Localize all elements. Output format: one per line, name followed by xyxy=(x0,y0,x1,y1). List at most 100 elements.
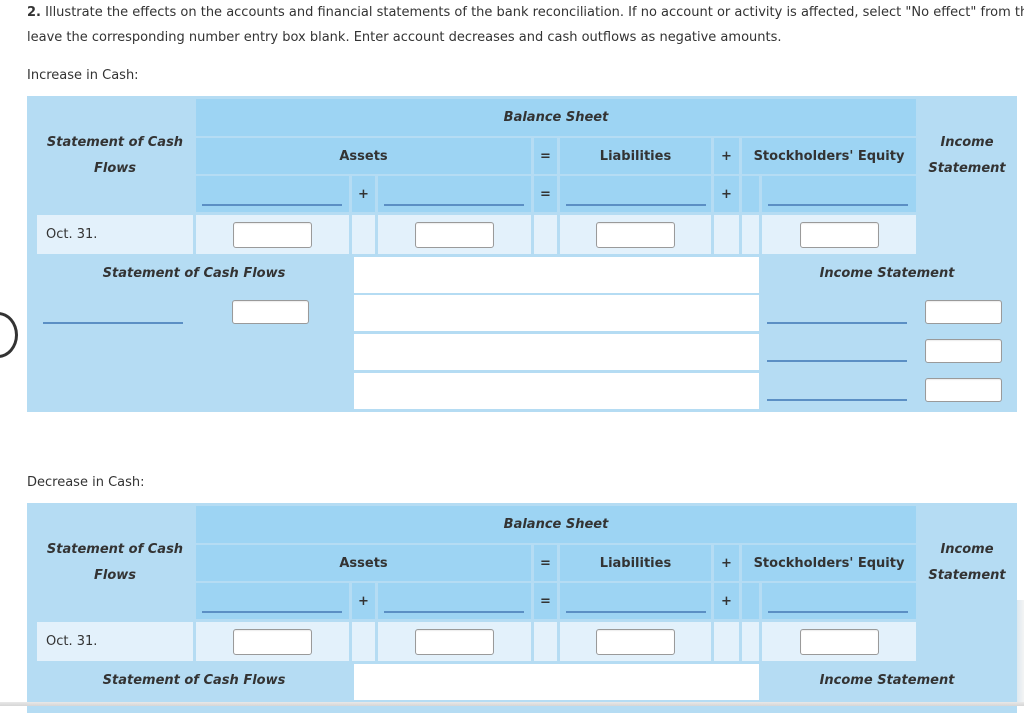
is-amount-input-2[interactable] xyxy=(925,339,1002,363)
liabilities-amount-input[interactable] xyxy=(596,628,675,655)
asset-account-1-cell xyxy=(196,176,349,212)
se-amount-input[interactable] xyxy=(799,221,879,248)
scf-section-title: Statement of Cash Flows xyxy=(102,266,286,281)
spacer-cell xyxy=(742,176,759,212)
asset-account-2-cell xyxy=(378,176,531,212)
liability-account-select[interactable] xyxy=(566,611,706,613)
scf-lower-amount-input[interactable] xyxy=(232,300,309,324)
balance-sheet-header: Balance Sheet xyxy=(196,99,916,136)
balance-sheet-header: Balance Sheet xyxy=(196,506,916,543)
blank-cell xyxy=(534,622,557,661)
asset-account-2-select[interactable] xyxy=(384,204,524,206)
is-header-line1: Income xyxy=(940,135,994,150)
se-value-cell xyxy=(762,622,916,661)
scf-value-cell xyxy=(196,622,349,661)
blank-cell xyxy=(714,215,739,254)
asset-value-cell xyxy=(378,622,531,661)
equals-sign-sub: = xyxy=(534,583,557,619)
blank-cell xyxy=(742,215,759,254)
instructions-text-1: Illustrate the effects on the accounts a… xyxy=(45,5,1024,20)
plus-sign-sub-2: + xyxy=(714,176,739,212)
se-value-cell xyxy=(762,215,916,254)
se-account-cell xyxy=(762,583,916,619)
instructions-line-1: 2. Illustrate the effects on the account… xyxy=(27,0,1024,26)
income-statement-header: Income Statement xyxy=(919,537,1015,589)
increase-in-cash-label: Increase in Cash: xyxy=(27,68,139,83)
date-cell: Oct. 31. xyxy=(37,215,193,254)
equals-sign: = xyxy=(534,545,557,581)
assets-header: Assets xyxy=(196,138,531,174)
assets-header: Assets xyxy=(196,545,531,581)
liabilities-amount-input[interactable] xyxy=(596,221,675,248)
is-account-select-2[interactable] xyxy=(767,360,907,362)
liabilities-value-cell xyxy=(560,622,711,661)
is-header-line2: Statement xyxy=(928,568,1006,583)
plus-sign: + xyxy=(714,545,739,581)
horizontal-scrollbar[interactable] xyxy=(0,702,1024,706)
blank-cell xyxy=(714,622,739,661)
scf-section-title: Statement of Cash Flows xyxy=(102,673,286,688)
is-account-select-3[interactable] xyxy=(767,399,907,401)
blank-cell xyxy=(352,215,375,254)
is-section-title: Income Statement xyxy=(819,266,955,281)
is-account-select-1[interactable] xyxy=(767,322,907,324)
blank-row xyxy=(354,373,759,409)
se-amount-input[interactable] xyxy=(799,628,879,655)
income-statement-header: Income Statement xyxy=(919,130,1015,182)
spacer-cell xyxy=(742,583,759,619)
liabilities-header: Liabilities xyxy=(560,545,711,581)
se-account-select[interactable] xyxy=(768,611,908,613)
increase-cash-table: Statement of Cash Flows Balance Sheet As… xyxy=(27,96,1017,412)
se-account-select[interactable] xyxy=(768,204,908,206)
liability-account-select[interactable] xyxy=(566,204,706,206)
blank-row xyxy=(354,257,759,293)
date-cell: Oct. 31. xyxy=(37,622,193,661)
is-header-line1: Income xyxy=(940,542,994,557)
asset-account-1-cell xyxy=(196,583,349,619)
is-amount-input-3[interactable] xyxy=(925,378,1002,402)
scf-header-line2: Flows xyxy=(93,568,136,583)
decrease-in-cash-label: Decrease in Cash: xyxy=(27,475,145,490)
asset-account-2-select[interactable] xyxy=(384,611,524,613)
blank-cell xyxy=(742,622,759,661)
scf-value-cell xyxy=(196,215,349,254)
blank-row xyxy=(354,295,759,331)
equals-sign-sub: = xyxy=(534,176,557,212)
blank-cell xyxy=(534,215,557,254)
plus-sign-sub: + xyxy=(352,176,375,212)
asset-account-1-select[interactable] xyxy=(202,611,342,613)
asset-amount-input[interactable] xyxy=(415,221,494,248)
equals-sign: = xyxy=(534,138,557,174)
blank-row xyxy=(354,334,759,370)
scf-header-line2: Flows xyxy=(93,161,136,176)
plus-sign-sub-2: + xyxy=(714,583,739,619)
stockholders-equity-header: Stockholders' Equity xyxy=(742,138,916,174)
question-number: 2. xyxy=(27,5,41,20)
scf-header: Statement of Cash Flows xyxy=(37,537,193,589)
is-header-line2: Statement xyxy=(928,161,1006,176)
scf-amount-input[interactable] xyxy=(233,221,312,248)
is-amount-input-1[interactable] xyxy=(925,300,1002,324)
stockholders-equity-header: Stockholders' Equity xyxy=(742,545,916,581)
se-account-cell xyxy=(762,176,916,212)
plus-sign: + xyxy=(714,138,739,174)
scroll-indicator-icon xyxy=(0,312,18,358)
asset-value-cell xyxy=(378,215,531,254)
instructions-line-2: leave the corresponding number entry box… xyxy=(27,30,782,45)
liabilities-header: Liabilities xyxy=(560,138,711,174)
scf-activity-select[interactable] xyxy=(43,322,183,324)
plus-sign-sub: + xyxy=(352,583,375,619)
scf-header: Statement of Cash Flows xyxy=(37,130,193,182)
liability-account-cell xyxy=(560,583,711,619)
asset-account-1-select[interactable] xyxy=(202,204,342,206)
liabilities-value-cell xyxy=(560,215,711,254)
blank-cell xyxy=(352,622,375,661)
scf-header-line1: Statement of Cash xyxy=(46,542,184,557)
window-edge-shadow xyxy=(1017,600,1024,706)
decrease-cash-table: Statement of Cash Flows Balance Sheet As… xyxy=(27,503,1017,713)
is-section-title: Income Statement xyxy=(819,673,955,688)
liability-account-cell xyxy=(560,176,711,212)
asset-amount-input[interactable] xyxy=(415,628,494,655)
blank-row xyxy=(354,664,759,700)
scf-amount-input[interactable] xyxy=(233,628,312,655)
